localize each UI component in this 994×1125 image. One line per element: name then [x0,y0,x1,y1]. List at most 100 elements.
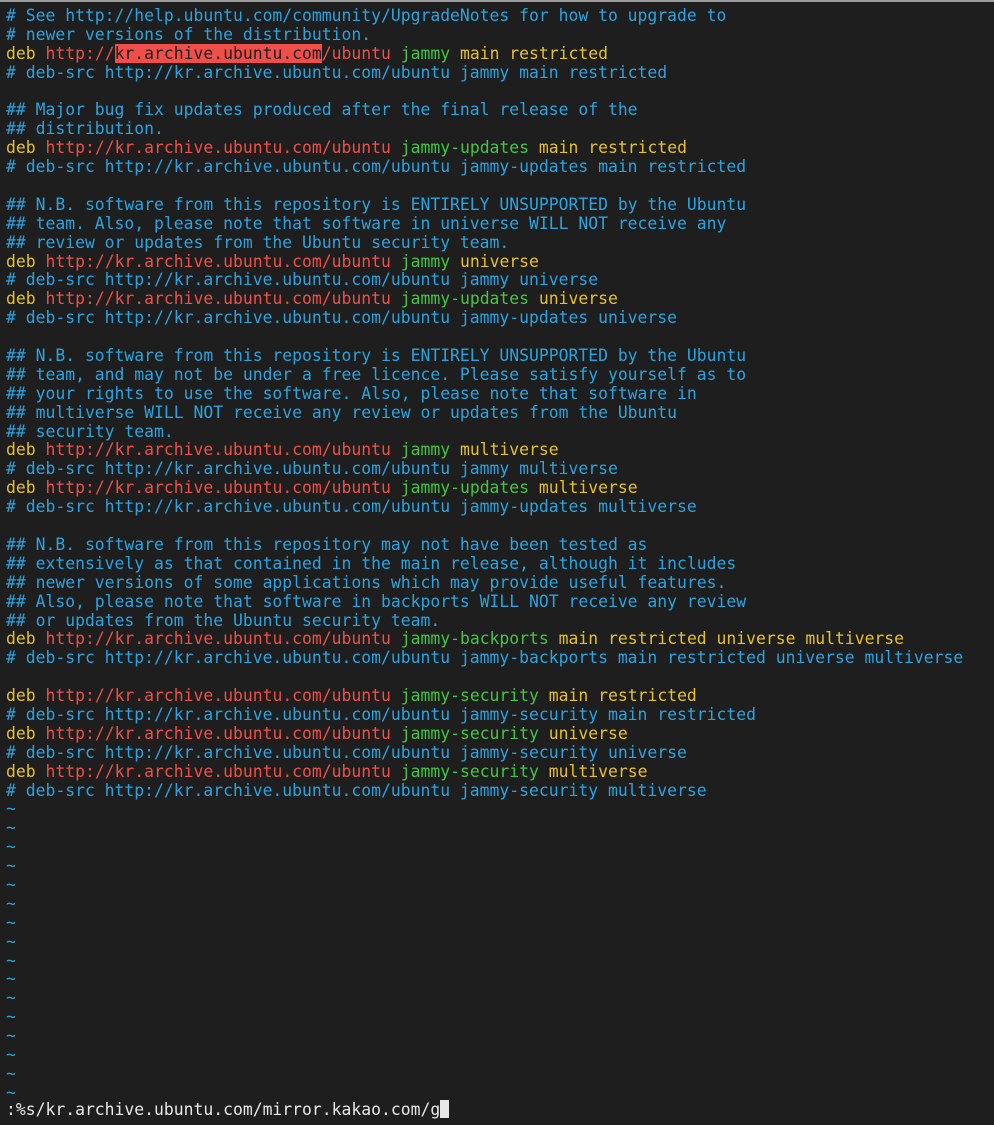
comment-line: # deb-src http://kr.archive.ubuntu.com/u… [0,780,994,801]
comment-line: # deb-src http://kr.archive.ubuntu.com/u… [0,308,994,328]
url-host: kr.archive.ubuntu.com [114,138,322,158]
deb-line: deb http://kr.archive.ubuntu.com/ubuntu … [0,761,994,782]
suite-name: jammy-backports [400,629,549,649]
component-list: universe [459,251,539,271]
comment-text: # deb-src http://kr.archive.ubuntu.com/u… [6,704,756,724]
comment-line: ## newer versions of some applications w… [0,572,994,593]
comment-text: # deb-src http://kr.archive.ubuntu.com/u… [6,742,687,762]
comment-line: ## team, and may not be under a free lic… [0,364,994,385]
url-host: kr.archive.ubuntu.com [114,440,322,460]
empty-line-tilde: ~ [0,988,994,1008]
url-scheme: http:// [45,686,115,706]
tilde-marker: ~ [6,856,16,876]
comment-text: ## review or updates from the Ubuntu sec… [6,232,510,252]
tilde-marker: ~ [6,1063,16,1083]
tilde-marker: ~ [6,969,16,989]
tilde-marker: ~ [6,931,16,951]
comment-line: # deb-src http://kr.archive.ubuntu.com/u… [0,497,994,517]
comment-line: ## your rights to use the software. Also… [0,383,994,404]
comment-text: # newer versions of the distribution. [6,24,372,44]
comment-text: ## team, and may not be under a free lic… [6,364,747,384]
comment-line: # deb-src http://kr.archive.ubuntu.com/u… [0,157,994,177]
url-host: kr.archive.ubuntu.com [114,629,322,649]
tilde-marker: ~ [6,950,16,970]
deb-keyword: deb [6,629,36,649]
url-path: /ubuntu [321,138,391,158]
empty-line-tilde: ~ [0,1007,994,1027]
component-list: main restricted [538,138,687,158]
deb-line: deb http://kr.archive.ubuntu.com/ubuntu … [0,478,994,498]
text-cursor [440,1100,450,1118]
suite-name: jammy [400,440,451,460]
comment-line: ## Major bug fix updates produced after … [0,101,994,120]
url-scheme: http:// [45,723,115,743]
tilde-marker: ~ [6,799,16,819]
comment-text: # deb-src http://kr.archive.ubuntu.com/u… [6,459,618,479]
comment-text: # See http://help.ubuntu.com/community/U… [6,6,727,25]
suite-name: jammy-security [400,761,539,781]
deb-keyword: deb [6,723,36,743]
empty-line-tilde: ~ [0,818,994,838]
comment-line: ## or updates from the Ubuntu security t… [0,611,994,631]
comment-line: ## review or updates from the Ubuntu sec… [0,232,994,253]
comment-line: # newer versions of the distribution. [0,24,994,45]
suite-name: jammy-updates [400,478,530,498]
comment-text: ## extensively as that contained in the … [6,553,737,573]
url-scheme: http:// [45,478,115,498]
comment-text: ## your rights to use the software. Also… [6,383,697,403]
component-list: universe [548,723,628,743]
tilde-marker: ~ [6,818,16,838]
deb-keyword: deb [6,440,36,460]
url-scheme: http:// [45,440,115,460]
url-host: kr.archive.ubuntu.com [114,478,322,498]
component-list: main restricted universe multiverse [558,629,905,649]
comment-line: ## Also, please note that software in ba… [0,592,994,612]
deb-line: deb http://kr.archive.ubuntu.com/ubuntu … [0,723,994,744]
comment-text: # deb-src http://kr.archive.ubuntu.com/u… [6,497,697,517]
comment-text: # deb-src http://kr.archive.ubuntu.com/u… [6,780,707,800]
component-list: multiverse [548,761,648,781]
vim-editor-buffer[interactable]: # See http://help.ubuntu.com/community/U… [0,6,994,1103]
empty-line-tilde: ~ [0,1045,994,1065]
url-scheme: http:// [45,289,115,309]
deb-keyword: deb [6,43,36,63]
suite-name: jammy-security [400,686,539,706]
tilde-marker: ~ [6,837,16,857]
url-host: kr.archive.ubuntu.com [114,761,322,781]
search-match-host: kr.archive.ubuntu.com [114,43,322,63]
empty-line-tilde: ~ [0,893,994,914]
comment-line: # deb-src http://kr.archive.ubuntu.com/u… [0,648,994,668]
tilde-marker: ~ [6,893,16,913]
url-scheme: http:// [45,43,115,63]
url-path: /ubuntu [321,629,391,649]
vim-command-line[interactable]: :%s/kr.archive.ubuntu.com/mirror.kakao.c… [0,1100,994,1120]
comment-text: # deb-src http://kr.archive.ubuntu.com/u… [6,62,668,82]
empty-line-tilde: ~ [0,1026,994,1046]
comment-line: # deb-src http://kr.archive.ubuntu.com/u… [0,742,994,763]
comment-text: ## team. Also, please note that software… [6,213,727,233]
empty-line-tilde: ~ [0,931,994,952]
url-path: /ubuntu [321,43,391,63]
comment-line: ## distribution. [0,119,994,139]
suite-name: jammy-updates [400,138,530,158]
tilde-marker: ~ [6,874,16,894]
component-list: main restricted [459,43,608,63]
comment-text: # deb-src http://kr.archive.ubuntu.com/u… [6,270,599,290]
comment-text: # deb-src http://kr.archive.ubuntu.com/u… [6,648,964,668]
url-path: /ubuntu [321,478,391,498]
comment-line: # deb-src http://kr.archive.ubuntu.com/u… [0,704,994,725]
comment-text: ## newer versions of some applications w… [6,572,727,592]
comment-text: ## Major bug fix updates produced after … [6,100,638,120]
comment-text: ## N.B. software from this repository is… [6,194,747,214]
empty-line-tilde: ~ [0,969,994,989]
comment-line: # deb-src http://kr.archive.ubuntu.com/u… [0,62,994,83]
tilde-marker: ~ [6,1082,16,1102]
comment-line: # See http://help.ubuntu.com/community/U… [0,6,994,26]
deb-line: deb http://kr.archive.ubuntu.com/ubuntu … [0,43,994,64]
url-scheme: http:// [45,251,115,271]
comment-line: ## extensively as that contained in the … [0,553,994,574]
comment-line: ## security team. [0,422,994,442]
